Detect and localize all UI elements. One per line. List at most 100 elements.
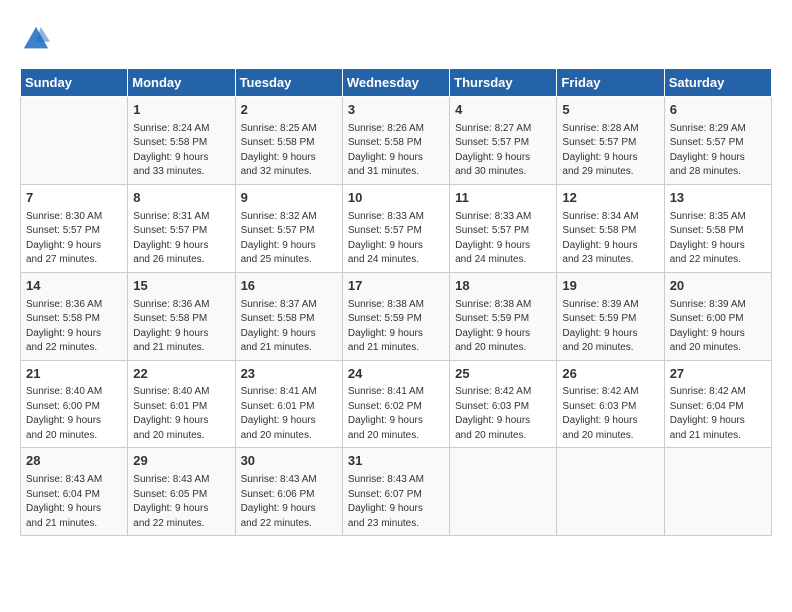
- day-number: 13: [670, 189, 766, 208]
- day-number: 11: [455, 189, 551, 208]
- day-cell: 27Sunrise: 8:42 AM Sunset: 6:04 PM Dayli…: [664, 360, 771, 448]
- day-info: Sunrise: 8:29 AM Sunset: 5:57 PM Dayligh…: [670, 122, 766, 180]
- day-cell: 13 Sunrise: 8:35 AM Sunset: 5:58 PM Dayli…: [664, 184, 771, 272]
- week-row-2: 7 Sunrise: 8:30 AM Sunset: 5:57 PM Daylig…: [21, 184, 772, 272]
- day-cell: 10Sunrise: 8:33 AM Sunset: 5:57 PM Dayli…: [342, 184, 449, 272]
- day-number: 8: [133, 189, 229, 208]
- day-cell: 31 Sunrise: 8:43 AM Sunset: 6:07 PM Dayli…: [342, 448, 449, 536]
- day-number: 6: [670, 101, 766, 120]
- day-number: 29: [133, 452, 229, 471]
- day-number: 4: [455, 101, 551, 120]
- day-cell: 8 Sunrise: 8:31 AM Sunset: 5:57 PM Daylig…: [128, 184, 235, 272]
- day-number: 24: [348, 365, 444, 384]
- day-info: Sunrise: 8:24 AM Sunset: 5:58 PM Dayligh…: [133, 122, 229, 180]
- day-info: Sunrise: 8:43 AM Sunset: 6:07 PM Dayligh…: [348, 473, 444, 531]
- day-number: 18: [455, 277, 551, 296]
- day-cell: 9 Sunrise: 8:32 AM Sunset: 5:57 PM Daylig…: [235, 184, 342, 272]
- day-number: 1: [133, 101, 229, 120]
- day-number: 23: [241, 365, 337, 384]
- day-number: 5: [562, 101, 658, 120]
- day-cell: 24Sunrise: 8:41 AM Sunset: 6:02 PM Dayli…: [342, 360, 449, 448]
- day-number: 15: [133, 277, 229, 296]
- day-cell: 29 Sunrise: 8:43 AM Sunset: 6:05 PM Dayli…: [128, 448, 235, 536]
- day-info: Sunrise: 8:30 AM Sunset: 5:57 PM Dayligh…: [26, 210, 122, 268]
- day-info: Sunrise: 8:34 AM Sunset: 5:58 PM Dayligh…: [562, 210, 658, 268]
- day-number: 7: [26, 189, 122, 208]
- day-cell: 26Sunrise: 8:42 AM Sunset: 6:03 PM Dayli…: [557, 360, 664, 448]
- day-number: 14: [26, 277, 122, 296]
- day-info: Sunrise: 8:36 AM Sunset: 5:58 PM Dayligh…: [26, 298, 122, 356]
- day-info: Sunrise: 8:42 AM Sunset: 6:03 PM Dayligh…: [455, 385, 551, 443]
- weekday-header-saturday: Saturday: [664, 69, 771, 97]
- day-info: Sunrise: 8:28 AM Sunset: 5:57 PM Dayligh…: [562, 122, 658, 180]
- weekday-header-friday: Friday: [557, 69, 664, 97]
- day-number: 28: [26, 452, 122, 471]
- weekday-header-wednesday: Wednesday: [342, 69, 449, 97]
- weekday-header-row: SundayMondayTuesdayWednesdayThursdayFrid…: [21, 69, 772, 97]
- weekday-header-monday: Monday: [128, 69, 235, 97]
- day-info: Sunrise: 8:40 AM Sunset: 6:01 PM Dayligh…: [133, 385, 229, 443]
- logo-icon: [22, 25, 50, 53]
- day-info: Sunrise: 8:42 AM Sunset: 6:04 PM Dayligh…: [670, 385, 766, 443]
- day-info: Sunrise: 8:31 AM Sunset: 5:57 PM Dayligh…: [133, 210, 229, 268]
- day-cell: 22Sunrise: 8:40 AM Sunset: 6:01 PM Dayli…: [128, 360, 235, 448]
- day-cell: 5 Sunrise: 8:28 AM Sunset: 5:57 PM Daylig…: [557, 97, 664, 185]
- day-number: 16: [241, 277, 337, 296]
- day-cell: 17 Sunrise: 8:38 AM Sunset: 5:59 PM Dayli…: [342, 272, 449, 360]
- day-info: Sunrise: 8:38 AM Sunset: 5:59 PM Dayligh…: [348, 298, 444, 356]
- day-cell: [21, 97, 128, 185]
- day-number: 3: [348, 101, 444, 120]
- week-row-3: 14 Sunrise: 8:36 AM Sunset: 5:58 PM Dayli…: [21, 272, 772, 360]
- day-cell: [664, 448, 771, 536]
- day-number: 26: [562, 365, 658, 384]
- day-info: Sunrise: 8:26 AM Sunset: 5:58 PM Dayligh…: [348, 122, 444, 180]
- day-info: Sunrise: 8:39 AM Sunset: 6:00 PM Dayligh…: [670, 298, 766, 356]
- day-cell: 7 Sunrise: 8:30 AM Sunset: 5:57 PM Daylig…: [21, 184, 128, 272]
- day-number: 2: [241, 101, 337, 120]
- day-number: 25: [455, 365, 551, 384]
- weekday-header-tuesday: Tuesday: [235, 69, 342, 97]
- week-row-5: 28Sunrise: 8:43 AM Sunset: 6:04 PM Dayli…: [21, 448, 772, 536]
- day-info: Sunrise: 8:35 AM Sunset: 5:58 PM Dayligh…: [670, 210, 766, 268]
- day-info: Sunrise: 8:36 AM Sunset: 5:58 PM Dayligh…: [133, 298, 229, 356]
- day-cell: [450, 448, 557, 536]
- week-row-1: 1 Sunrise: 8:24 AM Sunset: 5:58 PM Daylig…: [21, 97, 772, 185]
- weekday-header-thursday: Thursday: [450, 69, 557, 97]
- weekday-header-sunday: Sunday: [21, 69, 128, 97]
- day-info: Sunrise: 8:41 AM Sunset: 6:01 PM Dayligh…: [241, 385, 337, 443]
- day-info: Sunrise: 8:32 AM Sunset: 5:57 PM Dayligh…: [241, 210, 337, 268]
- header: [20, 20, 772, 58]
- day-cell: 30 Sunrise: 8:43 AM Sunset: 6:06 PM Dayli…: [235, 448, 342, 536]
- day-cell: 16Sunrise: 8:37 AM Sunset: 5:58 PM Dayli…: [235, 272, 342, 360]
- day-cell: 1 Sunrise: 8:24 AM Sunset: 5:58 PM Daylig…: [128, 97, 235, 185]
- day-info: Sunrise: 8:25 AM Sunset: 5:58 PM Dayligh…: [241, 122, 337, 180]
- day-number: 9: [241, 189, 337, 208]
- day-cell: 28Sunrise: 8:43 AM Sunset: 6:04 PM Dayli…: [21, 448, 128, 536]
- calendar-table: SundayMondayTuesdayWednesdayThursdayFrid…: [20, 68, 772, 536]
- day-number: 27: [670, 365, 766, 384]
- day-info: Sunrise: 8:42 AM Sunset: 6:03 PM Dayligh…: [562, 385, 658, 443]
- week-row-4: 21Sunrise: 8:40 AM Sunset: 6:00 PM Dayli…: [21, 360, 772, 448]
- day-number: 12: [562, 189, 658, 208]
- day-info: Sunrise: 8:38 AM Sunset: 5:59 PM Dayligh…: [455, 298, 551, 356]
- day-number: 19: [562, 277, 658, 296]
- day-info: Sunrise: 8:33 AM Sunset: 5:57 PM Dayligh…: [455, 210, 551, 268]
- day-cell: 3 Sunrise: 8:26 AM Sunset: 5:58 PM Daylig…: [342, 97, 449, 185]
- day-cell: 18 Sunrise: 8:38 AM Sunset: 5:59 PM Dayli…: [450, 272, 557, 360]
- day-number: 31: [348, 452, 444, 471]
- day-info: Sunrise: 8:43 AM Sunset: 6:05 PM Dayligh…: [133, 473, 229, 531]
- day-number: 22: [133, 365, 229, 384]
- day-number: 20: [670, 277, 766, 296]
- day-number: 17: [348, 277, 444, 296]
- day-info: Sunrise: 8:40 AM Sunset: 6:00 PM Dayligh…: [26, 385, 122, 443]
- day-info: Sunrise: 8:43 AM Sunset: 6:06 PM Dayligh…: [241, 473, 337, 531]
- day-info: Sunrise: 8:39 AM Sunset: 5:59 PM Dayligh…: [562, 298, 658, 356]
- day-cell: 19 Sunrise: 8:39 AM Sunset: 5:59 PM Dayli…: [557, 272, 664, 360]
- day-cell: 25Sunrise: 8:42 AM Sunset: 6:03 PM Dayli…: [450, 360, 557, 448]
- day-cell: 23Sunrise: 8:41 AM Sunset: 6:01 PM Dayli…: [235, 360, 342, 448]
- day-cell: 21Sunrise: 8:40 AM Sunset: 6:00 PM Dayli…: [21, 360, 128, 448]
- day-number: 10: [348, 189, 444, 208]
- day-cell: 11 Sunrise: 8:33 AM Sunset: 5:57 PM Dayli…: [450, 184, 557, 272]
- day-cell: 12 Sunrise: 8:34 AM Sunset: 5:58 PM Dayli…: [557, 184, 664, 272]
- day-number: 30: [241, 452, 337, 471]
